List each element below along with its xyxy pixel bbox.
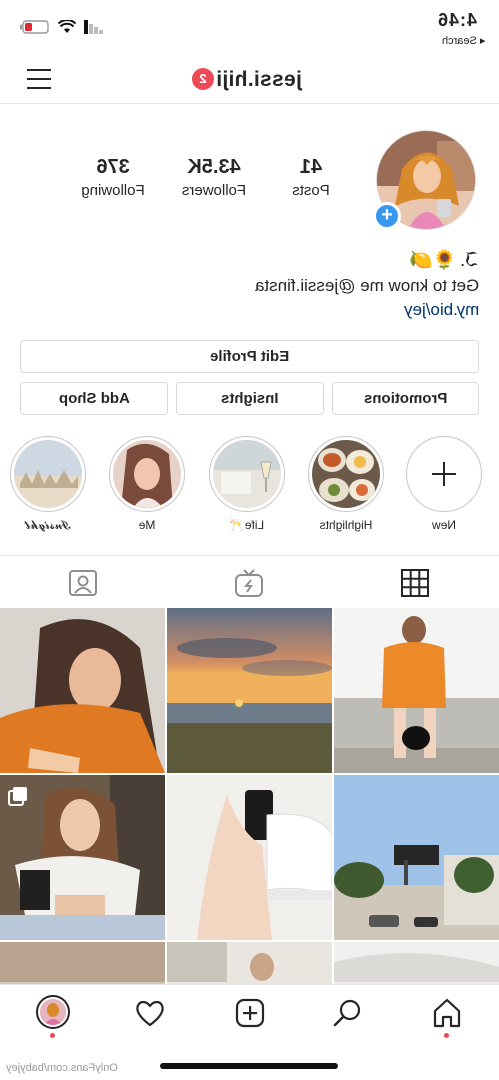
back-to-search[interactable]: ◂ Search bbox=[442, 34, 485, 47]
add-shop-button[interactable]: Add Shop bbox=[20, 382, 168, 415]
highlight-insight[interactable]: 𝓘𝓷𝓼𝓲𝓰𝓱𝓽 bbox=[8, 436, 88, 533]
highlight-highlights[interactable]: Highlights bbox=[306, 436, 386, 532]
post-thumbnail[interactable] bbox=[167, 608, 332, 773]
post-thumbnail[interactable] bbox=[334, 775, 499, 940]
username-title[interactable]: jessi.hiji bbox=[216, 68, 302, 92]
highlight-ring bbox=[10, 436, 86, 512]
post-grid bbox=[0, 608, 499, 984]
promotions-button[interactable]: Promotions bbox=[332, 382, 479, 415]
watermark-text: OnlyFans.com/babyjey bbox=[6, 1062, 118, 1074]
highlight-label: Life🥂 bbox=[229, 518, 265, 532]
stat-posts-label: Posts bbox=[292, 182, 330, 199]
bio-text: Get to know me @jessii.finsta bbox=[254, 276, 479, 295]
status-bar: 4:46 ◂ Search bbox=[0, 0, 499, 52]
highlight-cover bbox=[14, 440, 82, 508]
home-notification-dot bbox=[444, 1033, 449, 1038]
insights-label: Insights bbox=[221, 390, 279, 407]
post-thumbnail[interactable] bbox=[334, 608, 499, 773]
notification-badge[interactable]: 2 bbox=[192, 68, 214, 90]
promotions-label: Promotions bbox=[363, 390, 448, 407]
highlight-cover bbox=[312, 440, 380, 508]
profile-tabs bbox=[0, 555, 499, 607]
highlight-me[interactable]: Me bbox=[107, 436, 187, 532]
highlight-ring bbox=[308, 436, 384, 512]
activity-heart-icon[interactable] bbox=[134, 997, 166, 1029]
profile-notification-dot bbox=[50, 1033, 55, 1038]
status-time: 4:46 bbox=[436, 10, 477, 30]
wifi-icon bbox=[58, 20, 76, 33]
stat-followers-label: Followers bbox=[181, 182, 247, 199]
bio-name-line: 🍋🌻 ℑ. bbox=[255, 248, 479, 272]
post-thumbnail[interactable] bbox=[167, 775, 332, 940]
highlight-cover bbox=[113, 440, 181, 508]
highlight-ring bbox=[209, 436, 285, 512]
add-shop-label: Add Shop bbox=[58, 390, 130, 407]
post-thumbnail[interactable] bbox=[0, 942, 165, 984]
stat-following-label: Following bbox=[81, 182, 145, 199]
grid-icon[interactable] bbox=[400, 568, 430, 598]
highlight-new[interactable]: New bbox=[404, 436, 484, 532]
highlight-label: 𝓘𝓷𝓼𝓲𝓰𝓱𝓽 bbox=[25, 518, 71, 532]
edit-profile-button[interactable]: Edit Profile bbox=[20, 340, 479, 373]
search-icon[interactable] bbox=[332, 997, 364, 1029]
highlight-ring bbox=[406, 436, 482, 512]
stat-following[interactable]: 376 Following bbox=[70, 156, 156, 199]
stat-following-count: 376 bbox=[96, 156, 130, 178]
stat-posts[interactable]: 41 Posts bbox=[282, 156, 340, 199]
highlight-life[interactable]: Life🥂 bbox=[207, 436, 287, 532]
edit-profile-label: Edit Profile bbox=[209, 348, 290, 365]
bottom-navigation bbox=[0, 984, 499, 1044]
status-icons bbox=[20, 20, 104, 34]
battery-icon bbox=[20, 20, 49, 34]
highlight-label: Me bbox=[138, 518, 156, 532]
hamburger-menu-icon[interactable] bbox=[26, 66, 52, 92]
add-story-plus-icon[interactable]: + bbox=[373, 202, 401, 230]
profile-avatar-icon[interactable] bbox=[36, 995, 70, 1029]
profile-bio: 🍋🌻 ℑ. Get to know me @jessii.finsta my.b… bbox=[255, 248, 479, 320]
stat-followers-count: 43.5K bbox=[187, 156, 241, 178]
signal-icon bbox=[84, 20, 103, 34]
home-icon[interactable] bbox=[431, 997, 463, 1029]
highlight-label: New bbox=[432, 518, 457, 532]
stat-followers[interactable]: 43.5K Followers bbox=[168, 156, 260, 199]
home-indicator[interactable] bbox=[160, 1063, 338, 1069]
post-thumbnail[interactable] bbox=[334, 942, 499, 984]
stat-posts-count: 41 bbox=[299, 156, 323, 178]
bio-name: ℑ. bbox=[460, 249, 479, 271]
bio-emoji: 🍋🌻 bbox=[409, 250, 457, 271]
highlight-label: Highlights bbox=[319, 518, 373, 532]
highlight-ring bbox=[109, 436, 185, 512]
new-highlight-plus-icon bbox=[410, 440, 478, 508]
tagged-icon[interactable] bbox=[68, 568, 98, 598]
carousel-post-icon bbox=[8, 787, 27, 806]
profile-header: 2 jessi.hiji bbox=[0, 56, 499, 104]
highlight-cover bbox=[213, 440, 281, 508]
add-post-icon[interactable] bbox=[234, 997, 266, 1029]
insights-button[interactable]: Insights bbox=[176, 382, 324, 415]
igtv-icon[interactable] bbox=[234, 568, 264, 598]
bio-link[interactable]: my.bio/jey bbox=[404, 300, 479, 320]
post-thumbnail[interactable] bbox=[0, 608, 165, 773]
post-thumbnail[interactable] bbox=[167, 942, 332, 984]
